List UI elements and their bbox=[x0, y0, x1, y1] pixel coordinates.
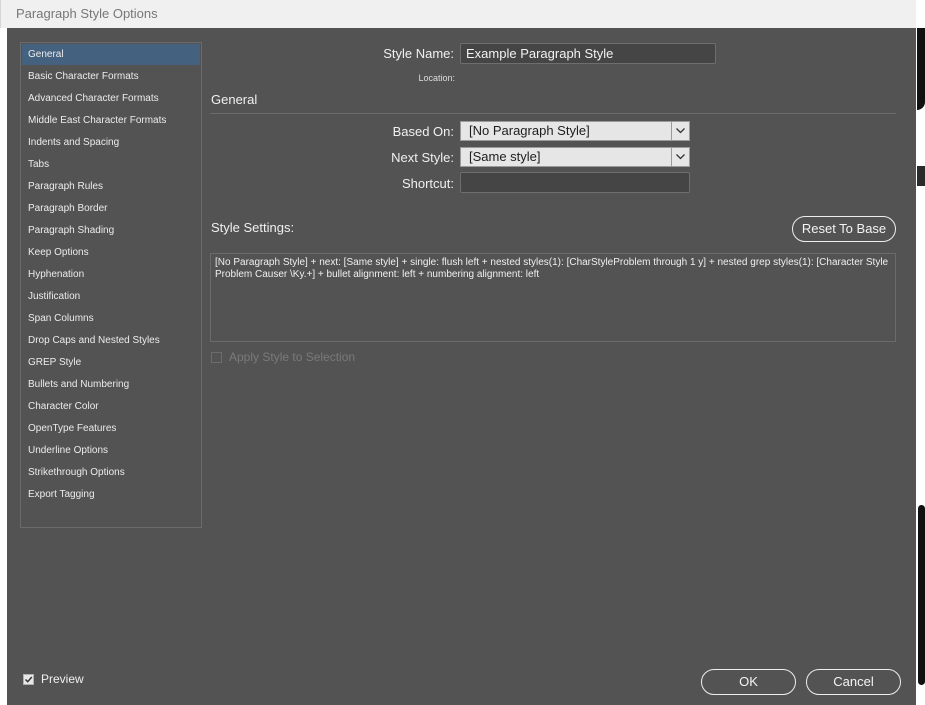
next-style-label: Next Style: bbox=[391, 150, 454, 165]
sidebar-item-basic-character-formats[interactable]: Basic Character Formats bbox=[22, 66, 200, 87]
sidebar-item-general[interactable]: General bbox=[22, 44, 200, 65]
sidebar-item-paragraph-rules[interactable]: Paragraph Rules bbox=[22, 176, 200, 197]
sidebar-item-strikethrough-options[interactable]: Strikethrough Options bbox=[22, 462, 200, 483]
sidebar-item-span-columns[interactable]: Span Columns bbox=[22, 308, 200, 329]
preview-label: Preview bbox=[41, 672, 84, 686]
style-name-label: Style Name: bbox=[383, 46, 454, 61]
background-shape bbox=[917, 28, 925, 110]
based-on-dropdown[interactable]: [No Paragraph Style] bbox=[460, 121, 690, 141]
sidebar-item-keep-options[interactable]: Keep Options bbox=[22, 242, 200, 263]
title-bar[interactable]: Paragraph Style Options bbox=[0, 0, 917, 28]
sidebar-item-drop-caps-and-nested-styles[interactable]: Drop Caps and Nested Styles bbox=[22, 330, 200, 351]
sidebar-item-paragraph-border[interactable]: Paragraph Border bbox=[22, 198, 200, 219]
next-style-dropdown[interactable]: [Same style] bbox=[460, 147, 690, 167]
shortcut-label: Shortcut: bbox=[401, 176, 454, 191]
location-label: Location: bbox=[418, 73, 455, 83]
sidebar-item-hyphenation[interactable]: Hyphenation bbox=[22, 264, 200, 285]
shortcut-input[interactable] bbox=[460, 172, 690, 193]
checkmark-icon bbox=[24, 676, 33, 683]
sidebar-item-grep-style[interactable]: GREP Style bbox=[22, 352, 200, 373]
sidebar-item-middle-east-character-formats[interactable]: Middle East Character Formats bbox=[22, 110, 200, 131]
reset-to-base-button[interactable]: Reset To Base bbox=[792, 216, 896, 242]
background-shape bbox=[917, 166, 925, 186]
sidebar-item-indents-and-spacing[interactable]: Indents and Spacing bbox=[22, 132, 200, 153]
section-divider bbox=[210, 113, 896, 114]
chevron-down-icon[interactable] bbox=[671, 148, 689, 166]
style-settings-box: [No Paragraph Style] + next: [Same style… bbox=[210, 253, 896, 342]
apply-style-label: Apply Style to Selection bbox=[229, 350, 356, 364]
based-on-label: Based On: bbox=[392, 124, 454, 139]
sidebar-item-opentype-features[interactable]: OpenType Features bbox=[22, 418, 200, 439]
sidebar-item-advanced-character-formats[interactable]: Advanced Character Formats bbox=[22, 88, 200, 109]
app-window: Paragraph Style Options General Basic Ch… bbox=[0, 0, 925, 705]
sidebar-item-underline-options[interactable]: Underline Options bbox=[22, 440, 200, 461]
ok-button[interactable]: OK bbox=[701, 669, 796, 695]
style-settings-label: Style Settings: bbox=[211, 220, 295, 235]
paragraph-style-dialog: General Basic Character Formats Advanced… bbox=[7, 28, 916, 705]
preview-checkbox[interactable] bbox=[23, 674, 34, 685]
category-list: General Basic Character Formats Advanced… bbox=[20, 42, 202, 528]
sidebar-item-tabs[interactable]: Tabs bbox=[22, 154, 200, 175]
based-on-value: [No Paragraph Style] bbox=[469, 123, 590, 138]
sidebar-item-justification[interactable]: Justification bbox=[22, 286, 200, 307]
sidebar-item-bullets-and-numbering[interactable]: Bullets and Numbering bbox=[22, 374, 200, 395]
apply-style-checkbox[interactable] bbox=[211, 352, 222, 363]
window-title: Paragraph Style Options bbox=[16, 6, 158, 21]
sidebar-item-character-color[interactable]: Character Color bbox=[22, 396, 200, 417]
background-shape bbox=[918, 505, 925, 685]
sidebar-item-export-tagging[interactable]: Export Tagging bbox=[22, 484, 200, 505]
sidebar-item-paragraph-shading[interactable]: Paragraph Shading bbox=[22, 220, 200, 241]
section-title-general: General bbox=[211, 92, 258, 107]
style-name-input[interactable] bbox=[460, 43, 716, 64]
chevron-down-icon[interactable] bbox=[671, 122, 689, 140]
next-style-value: [Same style] bbox=[469, 149, 541, 164]
background-app-edge bbox=[916, 0, 925, 705]
cancel-button[interactable]: Cancel bbox=[806, 669, 901, 695]
